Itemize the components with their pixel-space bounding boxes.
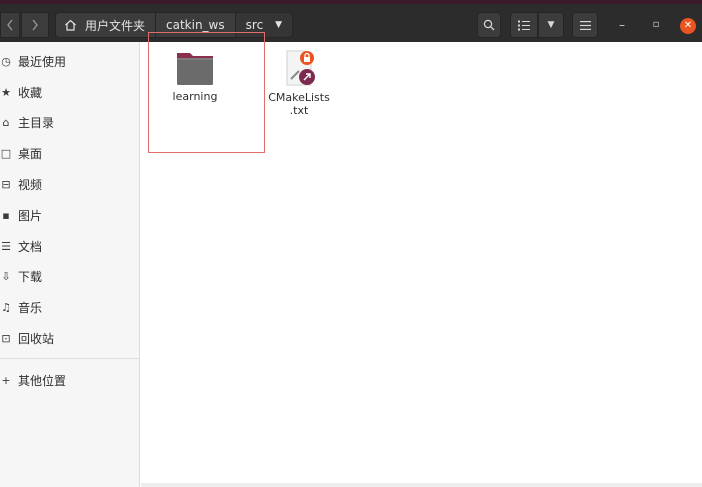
breadcrumb-label: src — [245, 18, 264, 32]
status-strip — [141, 483, 702, 487]
sidebar-item-recent[interactable]: ◷ 最近使用 — [0, 46, 139, 77]
close-icon[interactable]: ✕ — [680, 18, 696, 34]
breadcrumb-home[interactable]: 用户文件夹 — [55, 12, 157, 38]
chevron-right-icon — [32, 19, 38, 31]
breadcrumb-label: catkin_ws — [166, 18, 225, 32]
sidebar-item-label: 其他位置 — [18, 373, 67, 388]
sidebar-item-trash[interactable]: ⊡ 回收站 — [0, 323, 139, 354]
chevron-left-icon — [7, 19, 13, 31]
home-icon — [65, 19, 76, 31]
sidebar-item-label: 图片 — [18, 208, 43, 223]
sidebar-item-label: 视频 — [18, 178, 43, 193]
sidebar-item-other-locations[interactable]: + 其他位置 — [0, 365, 139, 396]
sidebar-item-starred[interactable]: ★ 收藏 — [0, 77, 139, 108]
sidebar-item-label: 下载 — [18, 270, 43, 285]
forward-button[interactable] — [21, 12, 49, 38]
sidebar-item-label: 音乐 — [18, 301, 43, 316]
sidebar-item-label: 回收站 — [18, 332, 55, 347]
back-button[interactable] — [0, 12, 20, 38]
sidebar-item-label: 收藏 — [18, 85, 43, 100]
triangle-down-icon: ▼ — [547, 20, 555, 30]
clock-icon: ◷ — [1, 54, 11, 68]
plus-icon: + — [1, 373, 11, 387]
text-file-icon — [286, 50, 315, 86]
sidebar-item-desktop[interactable]: □ 桌面 — [0, 138, 139, 169]
sidebar-divider — [0, 357, 139, 359]
desktop-icon: □ — [0, 147, 12, 161]
sidebar-item-label: 主目录 — [18, 116, 55, 131]
document-icon: ☰ — [1, 239, 11, 253]
header-bar: 用户文件夹 catkin_ws src ▼ ▼ – ▫ ✕ — [0, 0, 702, 42]
sidebar: ◷ 最近使用 ★ 收藏 ⌂ 主目录 □ 桌面 ⊟ 视频 ▪ 图片 ☰ 文档 ⇩ … — [0, 42, 140, 487]
music-icon: ♫ — [1, 301, 11, 315]
sidebar-item-pictures[interactable]: ▪ 图片 — [0, 200, 139, 231]
file-name-line1: CMakeLists — [268, 91, 330, 104]
star-icon: ★ — [1, 85, 11, 99]
sidebar-item-label: 文档 — [18, 239, 43, 254]
menu-button[interactable] — [572, 12, 598, 38]
search-button[interactable] — [477, 12, 501, 38]
file-item-cmakelists[interactable]: CMakeLists .txt — [259, 49, 339, 117]
trash-icon: ⊡ — [1, 332, 11, 346]
maximize-icon[interactable]: ▫ — [648, 17, 664, 33]
view-options-button[interactable]: ▼ — [538, 12, 564, 38]
sidebar-item-documents[interactable]: ☰ 文档 — [0, 231, 139, 262]
breadcrumb-label: 用户文件夹 — [85, 18, 146, 33]
download-icon: ⇩ — [1, 270, 11, 284]
search-icon — [483, 19, 495, 31]
minimize-icon[interactable]: – — [614, 17, 630, 33]
sidebar-item-videos[interactable]: ⊟ 视频 — [0, 169, 139, 200]
file-name-line2: .txt — [289, 104, 309, 117]
image-icon: ▪ — [2, 208, 10, 222]
sidebar-item-downloads[interactable]: ⇩ 下载 — [0, 262, 139, 293]
hamburger-icon — [579, 20, 591, 30]
selection-highlight — [148, 32, 265, 153]
video-icon: ⊟ — [1, 178, 11, 192]
triangle-down-icon: ▼ — [275, 20, 283, 30]
sidebar-item-label: 桌面 — [18, 147, 43, 162]
sidebar-item-home[interactable]: ⌂ 主目录 — [0, 108, 139, 139]
home-icon: ⌂ — [2, 116, 10, 130]
list-view-icon — [518, 20, 530, 30]
sidebar-item-label: 最近使用 — [18, 54, 67, 69]
list-view-button[interactable] — [510, 12, 538, 38]
sidebar-item-music[interactable]: ♫ 音乐 — [0, 292, 139, 323]
